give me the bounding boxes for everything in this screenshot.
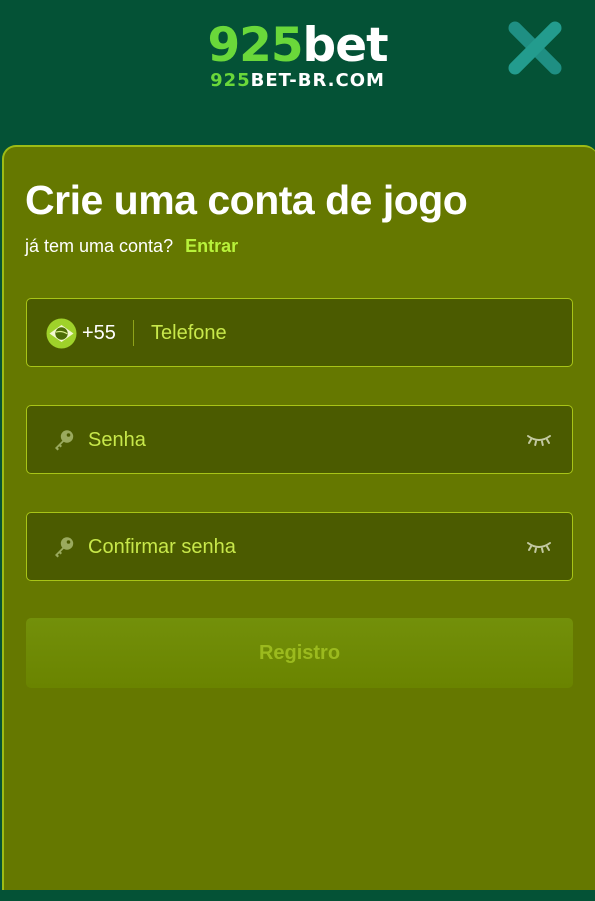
password-field[interactable]: Senha	[26, 405, 573, 474]
header: 925bet 925BET-BR.COM	[0, 0, 595, 145]
signup-screen: 925bet 925BET-BR.COM Crie uma conta de j…	[0, 0, 595, 901]
page-title: Crie uma conta de jogo	[25, 177, 468, 223]
footer-strip	[0, 890, 595, 901]
logo-word: bet	[302, 18, 389, 73]
brazil-flag-icon	[46, 318, 77, 349]
phone-field[interactable]: +55 Telefone	[26, 298, 573, 367]
login-prompt-text: já tem uma conta?	[25, 236, 174, 256]
country-code[interactable]: +55	[82, 321, 116, 345]
phone-input[interactable]: Telefone	[151, 321, 227, 345]
logo-domain-word: BET-BR.COM	[250, 70, 385, 91]
eye-closed-icon[interactable]	[526, 538, 552, 556]
phone-divider	[133, 320, 134, 346]
confirm-password-field[interactable]: Confirmar senha	[26, 512, 573, 581]
login-link[interactable]: Entrar	[185, 236, 238, 256]
password-input[interactable]: Senha	[88, 428, 146, 452]
key-icon	[55, 537, 74, 558]
login-prompt: já tem uma conta? Entrar	[25, 235, 238, 257]
confirm-password-input[interactable]: Confirmar senha	[88, 535, 236, 559]
register-button[interactable]: Registro	[26, 618, 573, 688]
logo-number: 925	[207, 18, 303, 73]
close-x-icon	[508, 21, 562, 75]
key-icon	[55, 430, 74, 451]
eye-closed-icon[interactable]	[526, 431, 552, 449]
logo-domain-number: 925	[210, 70, 251, 91]
register-button-label: Registro	[258, 642, 341, 664]
close-button[interactable]	[505, 18, 565, 78]
